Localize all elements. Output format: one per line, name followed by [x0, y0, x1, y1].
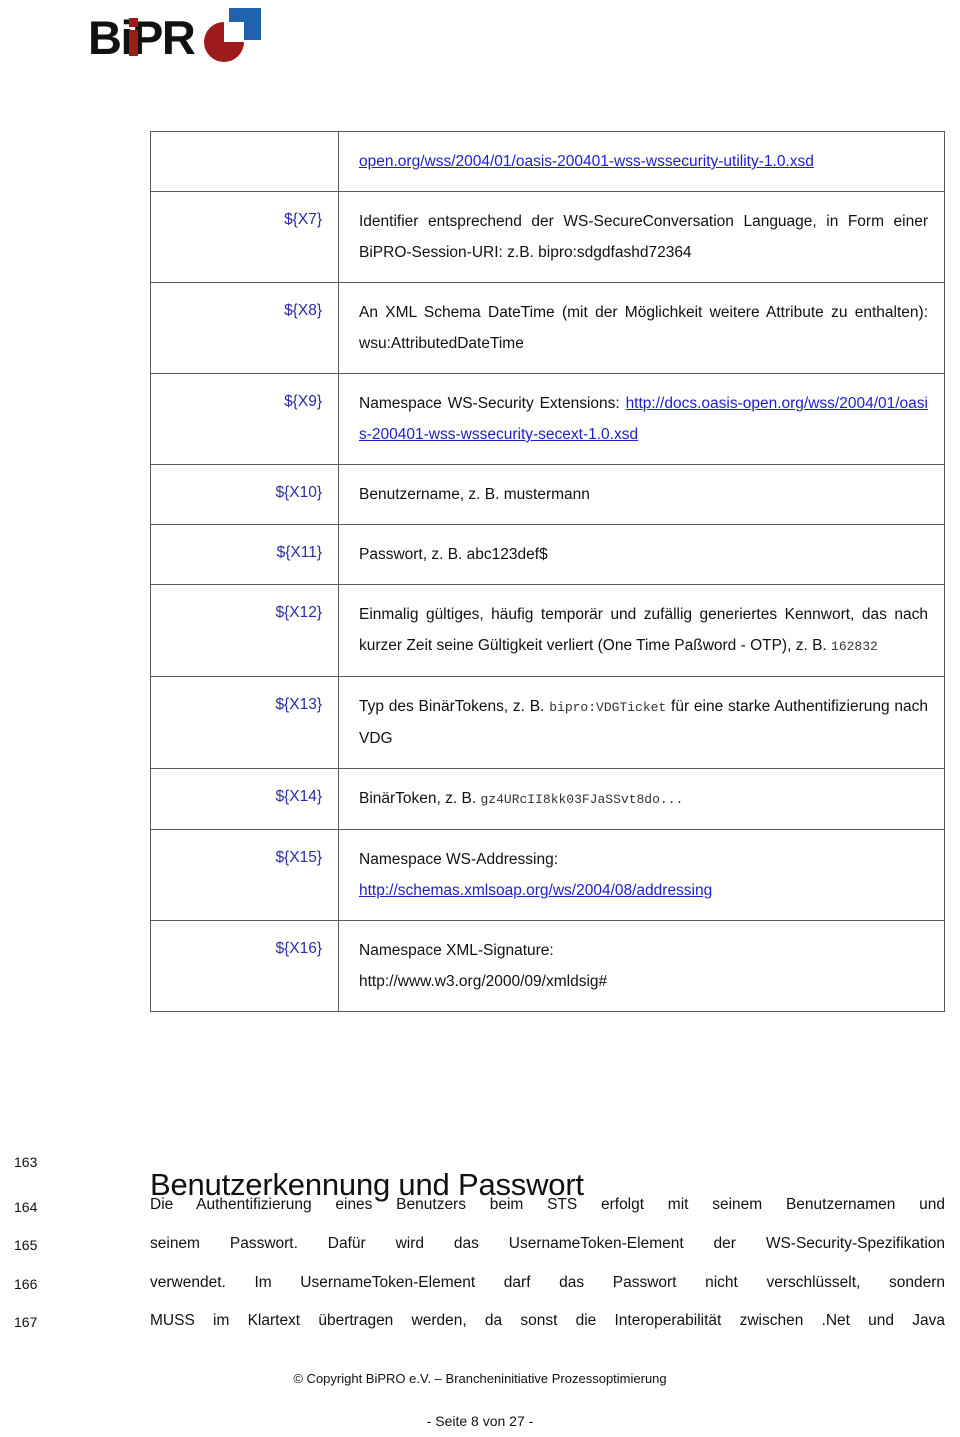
footer-page-indicator: - Seite 8 von 27 -	[426, 1413, 534, 1429]
logo-i-stem-icon	[129, 30, 138, 56]
table-row: ${X16} Namespace XML-Signature: http://w…	[150, 920, 945, 1012]
table-row: ${X10} Benutzername, z. B. mustermann	[150, 464, 945, 525]
value-prefix-text: BinärToken, z. B.	[359, 790, 481, 807]
value-prefix-text: Namespace XML-Signature:	[359, 942, 554, 959]
value-mono-sample: gz4URcII8kk03FJaSSvt8do...	[480, 792, 684, 807]
table-cell-value: open.org/wss/2004/01/oasis-200401-wss-ws…	[338, 131, 945, 192]
table-cell-value: Einmalig gültiges, häufig temporär und z…	[338, 584, 945, 677]
paragraph-line: Die Authentifizierung eines Benutzers be…	[150, 1196, 945, 1214]
table-cell-value: Namespace WS-Security Extensions: http:/…	[338, 373, 945, 465]
paragraph-line-text: MUSS im Klartext übertragen werden, da s…	[150, 1312, 945, 1329]
paragraph-line: MUSS im Klartext übertragen werden, da s…	[150, 1312, 945, 1330]
line-number: 165	[14, 1237, 38, 1253]
value-suffix-text: http://www.w3.org/2000/09/xmldsig#	[359, 973, 608, 990]
line-number: 163	[14, 1154, 38, 1170]
table-row: ${X11} Passwort, z. B. abc123def$	[150, 524, 945, 585]
table-row: ${X14} BinärToken, z. B. gz4URcII8kk03FJ…	[150, 768, 945, 830]
link-ws-addressing[interactable]: http://schemas.xmlsoap.org/ws/2004/08/ad…	[359, 882, 712, 899]
table-row: ${X8} An XML Schema DateTime (mit der Mö…	[150, 282, 945, 374]
table-row: ${X15} Namespace WS-Addressing: http://s…	[150, 829, 945, 921]
table-cell-value: Identifier entsprechend der WS-SecureCon…	[338, 191, 945, 283]
value-prefix-text: Namespace WS-Security Extensions:	[359, 395, 626, 412]
table-cell-value: Passwort, z. B. abc123def$	[338, 524, 945, 585]
table-cell-key	[150, 131, 339, 192]
parameter-table: open.org/wss/2004/01/oasis-200401-wss-ws…	[150, 131, 945, 1012]
value-mono-sample: bipro:VDGTicket	[549, 700, 667, 715]
value-prefix-text: Namespace WS-Addressing:	[359, 851, 558, 868]
logo-wordmark: BiPR	[88, 11, 196, 64]
table-cell-key: ${X14}	[150, 768, 339, 830]
paragraph-line-text: verwendet. Im UsernameToken-Element darf…	[150, 1274, 945, 1291]
table-cell-key: ${X12}	[150, 584, 339, 677]
table-cell-value: Typ des BinärTokens, z. B. bipro:VDGTick…	[338, 676, 945, 769]
table-cell-value: BinärToken, z. B. gz4URcII8kk03FJaSSvt8d…	[338, 768, 945, 830]
paragraph-line-text: seinem Passwort. Dafür wird das Username…	[150, 1235, 945, 1252]
table-cell-key: ${X13}	[150, 676, 339, 769]
footer-copyright: © Copyright BiPRO e.V. – Brancheninitiat…	[293, 1371, 667, 1386]
paragraph-line-text: Die Authentifizierung eines Benutzers be…	[150, 1196, 945, 1213]
table-row: open.org/wss/2004/01/oasis-200401-wss-ws…	[150, 131, 945, 192]
value-mono-sample: 162832	[831, 639, 878, 654]
table-cell-value: Benutzername, z. B. mustermann	[338, 464, 945, 525]
table-cell-key: ${X9}	[150, 373, 339, 465]
logo-i-dot-icon	[129, 18, 138, 27]
logo-circle-notch-icon	[224, 22, 244, 42]
table-cell-value: Namespace WS-Addressing: http://schemas.…	[338, 829, 945, 921]
table-row: ${X12} Einmalig gültiges, häufig temporä…	[150, 584, 945, 677]
line-number: 167	[14, 1314, 38, 1330]
table-cell-key: ${X10}	[150, 464, 339, 525]
line-number: 166	[14, 1276, 38, 1292]
paragraph-line: seinem Passwort. Dafür wird das Username…	[150, 1235, 945, 1253]
table-cell-key: ${X16}	[150, 920, 339, 1012]
table-cell-value: An XML Schema DateTime (mit der Möglichk…	[338, 282, 945, 374]
value-prefix-text: Typ des BinärTokens, z. B.	[359, 698, 550, 715]
table-cell-key: ${X8}	[150, 282, 339, 374]
table-cell-value: Namespace XML-Signature: http://www.w3.o…	[338, 920, 945, 1012]
table-cell-key: ${X11}	[150, 524, 339, 585]
link-wssecurity-utility-xsd[interactable]: open.org/wss/2004/01/oasis-200401-wss-ws…	[359, 153, 814, 170]
table-row: ${X9} Namespace WS-Security Extensions: …	[150, 373, 945, 465]
table-row: ${X13} Typ des BinärTokens, z. B. bipro:…	[150, 676, 945, 769]
table-cell-key: ${X15}	[150, 829, 339, 921]
line-number: 164	[14, 1199, 38, 1215]
table-row: ${X7} Identifier entsprechend der WS-Sec…	[150, 191, 945, 283]
paragraph-line: verwendet. Im UsernameToken-Element darf…	[150, 1274, 945, 1292]
table-cell-key: ${X7}	[150, 191, 339, 283]
bipro-logo: BiPR	[88, 8, 268, 66]
